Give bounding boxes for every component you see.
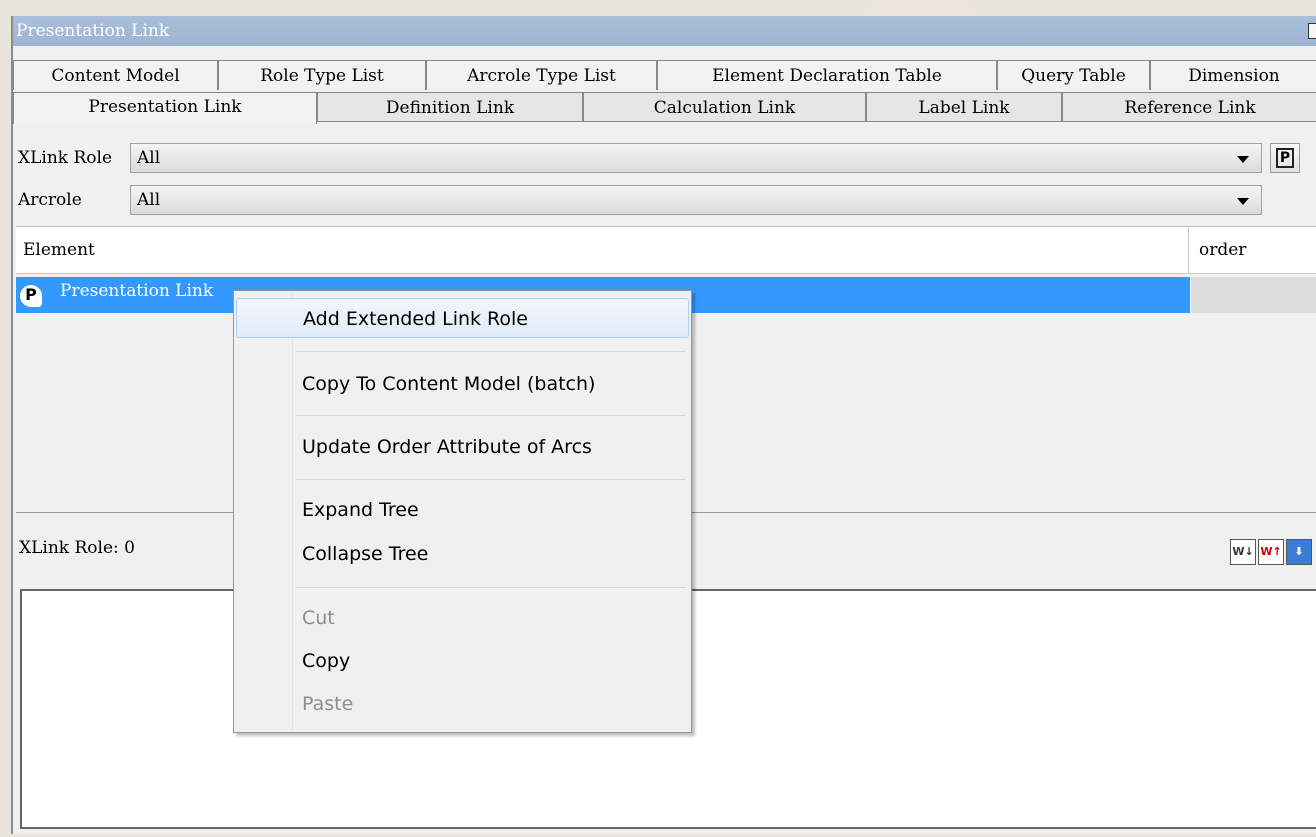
xlink-role-value: All bbox=[137, 148, 161, 168]
menu-item-label: Expand Tree bbox=[302, 499, 419, 521]
tab-content-model[interactable]: Content Model bbox=[13, 60, 218, 90]
arcrole-value: All bbox=[137, 190, 161, 210]
menu-separator bbox=[296, 351, 686, 352]
chevron-down-icon bbox=[1237, 198, 1249, 205]
tab-dimension[interactable]: Dimension bbox=[1150, 60, 1316, 90]
menu-item-label: Add Extended Link Role bbox=[303, 308, 528, 330]
context-menu: Add Extended Link Role Copy To Content M… bbox=[233, 290, 692, 733]
tab-row-1: Content Model Role Type List Arcrole Typ… bbox=[13, 60, 1316, 90]
menu-item-add-extended-link-role[interactable]: Add Extended Link Role bbox=[236, 298, 689, 338]
menu-item-label: Copy To Content Model (batch) bbox=[302, 373, 596, 395]
tab-definition-link[interactable]: Definition Link bbox=[317, 92, 583, 122]
xlink-role-select[interactable]: All bbox=[130, 143, 1262, 173]
arcrole-label: Arcrole bbox=[18, 190, 82, 210]
menu-item-update-order-attribute[interactable]: Update Order Attribute of Arcs bbox=[236, 427, 689, 467]
column-header-element[interactable]: Element bbox=[23, 240, 95, 260]
menu-item-label: Collapse Tree bbox=[302, 543, 429, 565]
window-title: Presentation Link bbox=[16, 21, 170, 41]
menu-item-label: Paste bbox=[302, 693, 354, 715]
window-titlebar[interactable]: Presentation Link bbox=[13, 16, 1316, 46]
arrow-down-icon[interactable]: ⬇ bbox=[1286, 539, 1312, 565]
tree-row-label: Presentation Link bbox=[60, 281, 214, 301]
tab-reference-link[interactable]: Reference Link bbox=[1062, 92, 1316, 122]
menu-item-collapse-tree[interactable]: Collapse Tree bbox=[236, 534, 689, 574]
role-editor-button[interactable]: P bbox=[1270, 143, 1300, 173]
move-down-icon[interactable]: W↓ bbox=[1230, 539, 1256, 565]
menu-item-paste[interactable]: Paste bbox=[236, 684, 689, 724]
tree-header: Element order bbox=[16, 227, 1316, 274]
column-divider[interactable] bbox=[1188, 227, 1189, 273]
move-up-icon[interactable]: W↑ bbox=[1258, 539, 1284, 565]
column-header-order[interactable]: order bbox=[1199, 240, 1246, 260]
menu-item-expand-tree[interactable]: Expand Tree bbox=[236, 490, 689, 530]
order-cell[interactable] bbox=[1191, 277, 1316, 313]
arcrole-row: Arcrole bbox=[16, 185, 138, 215]
tab-arcrole-type-list[interactable]: Arcrole Type List bbox=[426, 60, 657, 90]
tab-element-declaration-table[interactable]: Element Declaration Table bbox=[657, 60, 997, 90]
tab-row-2: Presentation Link Definition Link Calcul… bbox=[13, 92, 1316, 124]
menu-item-label: Cut bbox=[302, 607, 335, 629]
arcrole-select[interactable]: All bbox=[130, 185, 1262, 215]
menu-item-cut[interactable]: Cut bbox=[236, 598, 689, 638]
tab-calculation-link[interactable]: Calculation Link bbox=[583, 92, 866, 122]
xlink-role-row: XLink Role bbox=[16, 143, 138, 173]
menu-item-copy-to-content-model[interactable]: Copy To Content Model (batch) bbox=[236, 364, 689, 404]
xlink-role-label: XLink Role bbox=[18, 148, 113, 168]
chevron-down-icon bbox=[1237, 156, 1249, 163]
menu-separator bbox=[296, 415, 686, 416]
tab-query-table[interactable]: Query Table bbox=[997, 60, 1150, 90]
menu-item-copy[interactable]: Copy bbox=[236, 641, 689, 681]
menu-separator bbox=[296, 587, 686, 588]
status-text: XLink Role: 0 bbox=[19, 538, 135, 558]
tab-presentation-link[interactable]: Presentation Link bbox=[13, 92, 317, 124]
maximize-icon[interactable] bbox=[1308, 23, 1316, 39]
tab-label-link[interactable]: Label Link bbox=[866, 92, 1062, 122]
tab-role-type-list[interactable]: Role Type List bbox=[218, 60, 426, 90]
menu-separator bbox=[296, 479, 686, 480]
menu-item-label: Update Order Attribute of Arcs bbox=[302, 436, 592, 458]
menu-item-label: Copy bbox=[302, 650, 351, 672]
presentation-link-icon: P bbox=[20, 285, 42, 307]
p-icon: P bbox=[1276, 148, 1294, 168]
